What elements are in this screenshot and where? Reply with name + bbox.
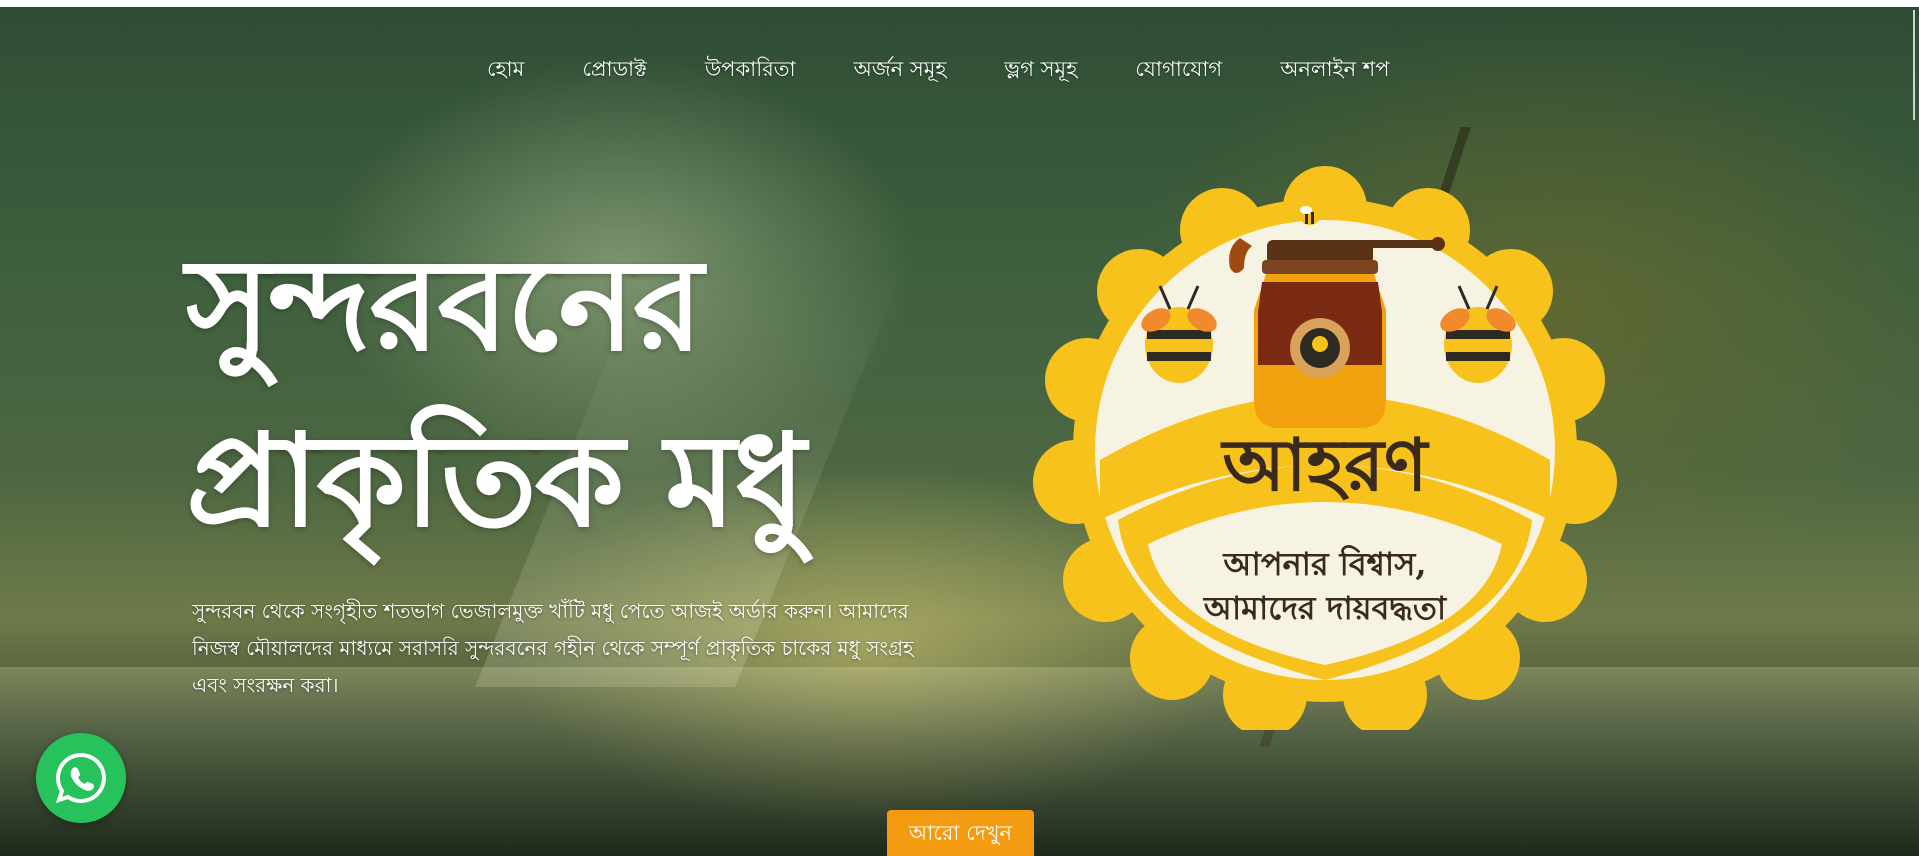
nav-item-products[interactable]: প্রোডাক্ট	[582, 53, 647, 88]
top-strip	[0, 0, 1919, 7]
nav-item-benefits[interactable]: উপকারিতা	[705, 53, 796, 88]
nav-item-achievements[interactable]: অর্জন সমূহ	[854, 53, 947, 88]
hero-description: সুন্দরবন থেকে সংগৃহীত শতভাগ ভেজালমুক্ত খ…	[192, 599, 914, 697]
whatsapp-icon	[55, 752, 106, 804]
badge-brand-name: আহরণ	[1222, 422, 1428, 507]
hero-headline-line-2: প্রাকৃতিক মধু	[186, 407, 806, 556]
see-more-button[interactable]: আরো দেখুন	[887, 810, 1034, 856]
badge-tagline: আপনার বিশ্বাস, আমাদের দায়বদ্ধতা	[1030, 542, 1620, 630]
badge-tagline-line-2: আমাদের দায়বদ্ধতা	[1203, 589, 1447, 627]
badge-tagline-line-1: আপনার বিশ্বাস,	[1223, 545, 1427, 583]
nav-item-online-shop[interactable]: অনলাইন শপ	[1280, 53, 1389, 88]
nav-item-vlogs[interactable]: ভ্লগ সমূহ	[1004, 53, 1077, 88]
hero-headline-line-1: সুন্দরবনের	[186, 231, 703, 380]
hero-headline: সুন্দরবনের প্রাকৃতিক মধু	[186, 218, 986, 570]
nav-item-contact[interactable]: যোগাযোগ	[1135, 53, 1222, 88]
nav-item-home[interactable]: হোম	[487, 53, 524, 88]
whatsapp-button[interactable]	[36, 733, 126, 823]
scrollbar[interactable]	[1913, 10, 1915, 120]
main-nav: হোম প্রোডাক্ট উপকারিতা অর্জন সমূহ ভ্লগ স…	[487, 53, 1389, 88]
brand-badge: আহরণ আপনার বিশ্বাস, আমাদের দায়বদ্ধতা	[1030, 160, 1620, 737]
